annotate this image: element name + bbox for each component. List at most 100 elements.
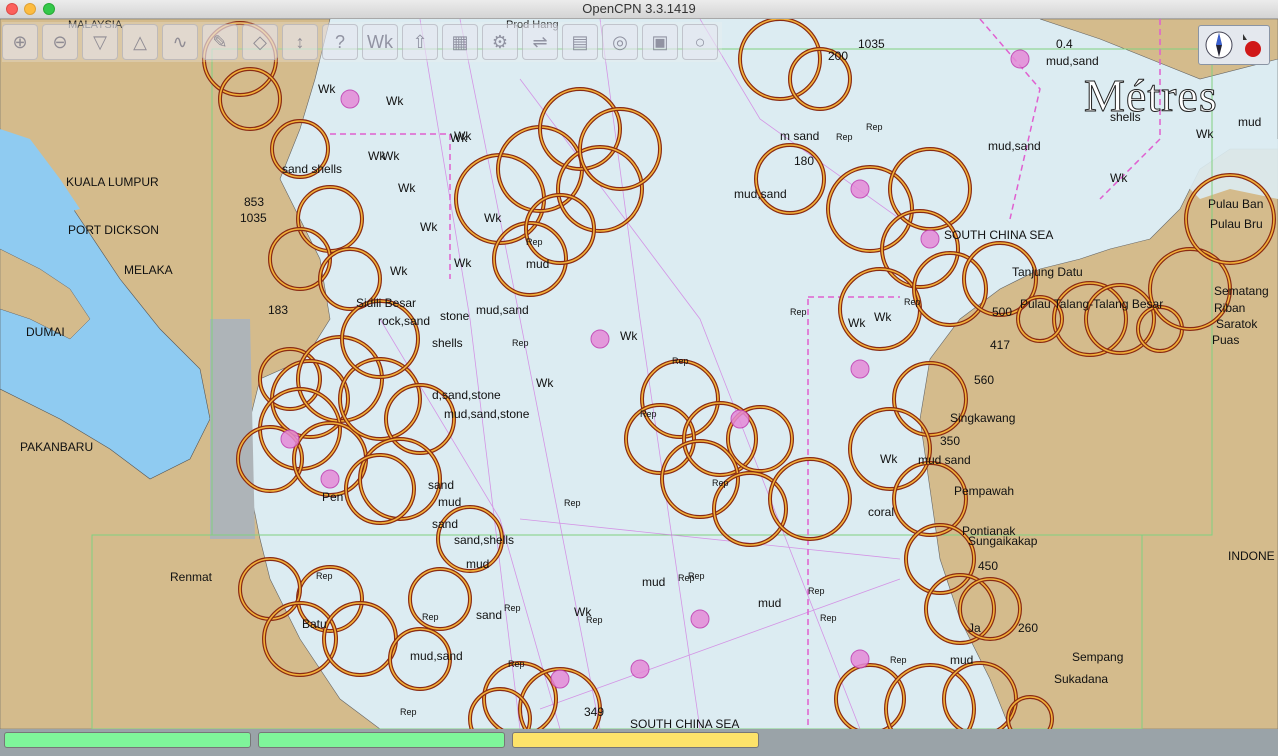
wreck-marker[interactable]: Wk (420, 220, 437, 234)
seabed-note: mud,sand (1046, 54, 1099, 68)
reported-marker[interactable]: Rep (712, 478, 729, 488)
seabed-note: sand,shells (454, 533, 515, 547)
place-name: Pulau Ban (1208, 197, 1264, 211)
seabed-note: mud,sand (476, 303, 529, 317)
scale-in-button[interactable]: ▽ (82, 24, 118, 60)
zoom-in-button[interactable]: ⊕ (2, 24, 38, 60)
help-button[interactable]: ? (322, 24, 358, 60)
help-icon: ? (334, 31, 345, 52)
wreck-marker[interactable]: Wk (386, 94, 403, 108)
reported-marker[interactable]: Rep (504, 603, 521, 613)
mark-icon: ✎ (212, 31, 228, 52)
wreck-marker[interactable]: Wk (874, 310, 891, 324)
reported-marker[interactable]: Rep (422, 612, 439, 622)
chart-canvas[interactable]: MALAYSIAKUALA LUMPURPORT DICKSONMELAKADU… (0, 19, 1278, 729)
ais-button[interactable]: ◇ (242, 24, 278, 60)
depth-label: 1035 (858, 37, 885, 51)
seabed-note: mud (950, 653, 974, 667)
seabed-note: mud,sand (988, 139, 1041, 153)
reported-marker[interactable]: Rep (790, 307, 807, 317)
wreck-marker[interactable]: Wk (484, 211, 501, 225)
place-name: Tanjung Datu (1012, 265, 1083, 279)
reported-marker[interactable]: Rep (564, 498, 581, 508)
depth-label: Pen (322, 490, 344, 504)
route-manager-icon: ⇌ (532, 31, 548, 52)
scale-out-button[interactable]: △ (122, 24, 158, 60)
place-name: PORT DICKSON (68, 223, 159, 237)
zoom-out-button[interactable]: ⊖ (42, 24, 78, 60)
route-button[interactable]: ∿ (162, 24, 198, 60)
place-name: Pulau Bru (1210, 217, 1263, 231)
place-name: PAKANBARU (20, 440, 94, 454)
nmea-button[interactable]: ▣ (642, 24, 678, 60)
wreck-marker[interactable]: Wk (1196, 127, 1213, 141)
seabed-note: shells (432, 336, 463, 350)
place-name: Renmat (170, 570, 213, 584)
reported-marker[interactable]: Rep (512, 338, 529, 348)
depth-label: Ja (968, 621, 981, 635)
mark-button[interactable]: ✎ (202, 24, 238, 60)
zoom-out-icon: ⊖ (52, 31, 68, 52)
wreck-marker[interactable]: Wk (318, 82, 335, 96)
print-button[interactable]: ▦ (442, 24, 478, 60)
compass-widget[interactable] (1198, 25, 1270, 65)
wreck-marker[interactable]: Wk (398, 181, 415, 195)
depth-label: 200 (828, 49, 849, 63)
depth-label: 180 (794, 154, 815, 168)
reported-marker[interactable]: Rep (316, 571, 333, 581)
wreck-marker[interactable]: Wk (454, 129, 471, 143)
wreck-marker[interactable]: Wk (1110, 171, 1127, 185)
current-button[interactable]: ⇧ (402, 24, 438, 60)
wreck-marker[interactable]: Wk (382, 149, 399, 163)
reported-marker[interactable]: Rep (672, 356, 689, 366)
depth-label: Batu (302, 617, 327, 631)
ais-icon: ◇ (253, 31, 267, 52)
place-name: Sematang (1214, 284, 1269, 298)
reported-marker[interactable]: Rep (890, 655, 907, 665)
seabed-note: mud (1238, 115, 1262, 129)
reported-marker[interactable]: Rep (808, 586, 825, 596)
course-up-button[interactable]: ↕ (282, 24, 318, 60)
place-name: SOUTH CHINA SEA (630, 717, 740, 729)
chart-icon: ▤ (571, 31, 589, 52)
reported-marker[interactable]: Rep (820, 613, 837, 623)
seabed-note: d,sand,stone (432, 388, 501, 402)
depth-label: 560 (974, 373, 995, 387)
reported-marker[interactable]: Rep (508, 659, 525, 669)
reported-marker[interactable]: Rep (640, 409, 657, 419)
tide-button[interactable]: Wk (362, 24, 398, 60)
reported-marker[interactable]: Rep (904, 297, 921, 307)
nmea-icon: ▣ (651, 31, 669, 52)
wreck-marker[interactable]: Wk (880, 452, 897, 466)
compass-icon (1205, 31, 1261, 59)
wreck-marker[interactable]: Wk (390, 264, 407, 278)
wreck-marker[interactable]: Wk (536, 376, 553, 390)
reported-marker[interactable]: Rep (836, 132, 853, 142)
seabed-note: stone (440, 309, 470, 323)
reported-marker[interactable]: Rep (866, 122, 883, 132)
route-manager-button[interactable]: ⇌ (522, 24, 558, 60)
reported-marker[interactable]: Rep (688, 571, 705, 581)
place-name: Pempawah (954, 484, 1015, 498)
depth-label: 450 (978, 559, 999, 573)
wreck-marker[interactable]: Wk (848, 316, 865, 330)
reported-marker[interactable]: Rep (400, 707, 417, 717)
wreck-marker[interactable]: Wk (454, 256, 471, 270)
print-icon: ▦ (451, 31, 469, 52)
place-name: DUMAI (26, 325, 65, 339)
seabed-note: rock,sand (378, 314, 431, 328)
route-icon: ∿ (172, 31, 188, 52)
wreck-marker[interactable]: Wk (620, 329, 637, 343)
seabed-note: coral (868, 505, 895, 519)
reported-marker[interactable]: Rep (526, 237, 543, 247)
mob-button[interactable]: ○ (682, 24, 718, 60)
settings-button[interactable]: ⚙ (482, 24, 518, 60)
place-name: Sidili Besar (356, 296, 417, 310)
tide-icon: Wk (367, 31, 393, 52)
track-button[interactable]: ◎ (602, 24, 638, 60)
reported-marker[interactable]: Rep (586, 615, 603, 625)
chart-button[interactable]: ▤ (562, 24, 598, 60)
place-name: INDONE (1228, 549, 1275, 563)
seabed-note: sand (432, 517, 459, 531)
depth-label: 417 (990, 338, 1011, 352)
